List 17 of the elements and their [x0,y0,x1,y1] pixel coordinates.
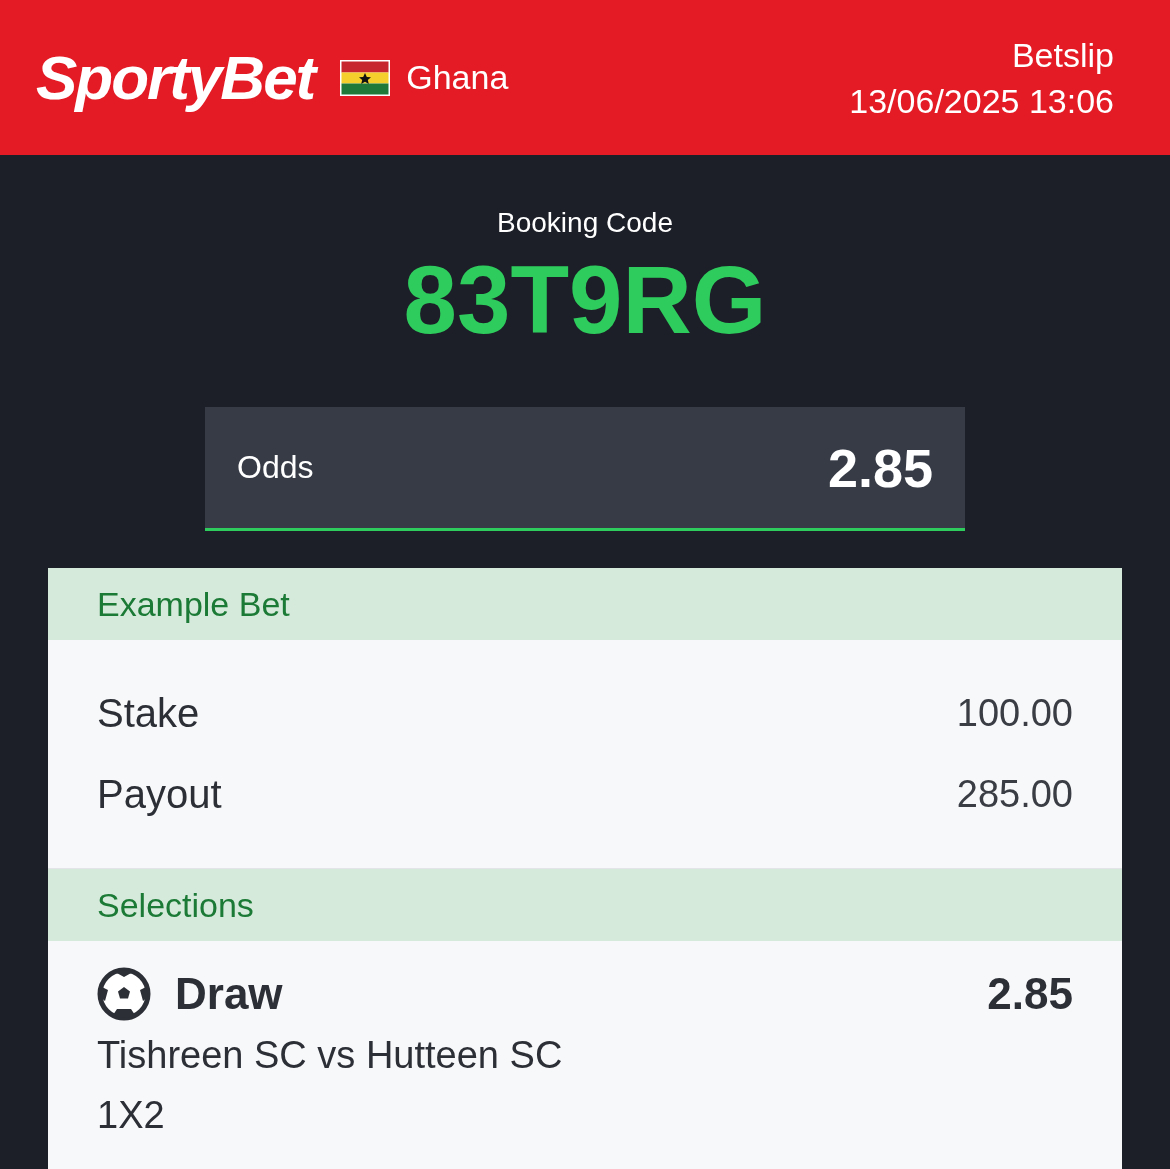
booking-code-label: Booking Code [497,206,673,240]
page-title: Betslip [1010,34,1114,76]
row-label: Stake [97,691,200,736]
selection-odds: 2.85 [987,969,1073,1019]
market-name: 1X2 [97,1093,166,1138]
odds-label: Odds [237,449,314,486]
match-name: Tishreen SC vs Hutteen SC [97,1033,564,1078]
datetime: 13/06/2025 13:06 [849,80,1114,122]
row-value: 100.00 [956,692,1073,735]
row-value: 285.00 [956,773,1073,816]
section-header: Example Bet [48,568,1122,640]
odds-value: 2.85 [827,436,933,499]
section-header: Selections [48,869,1122,941]
country-label: Ghana [406,58,509,97]
booking-code: 83T9RG [403,245,767,355]
selection-pick: Draw [175,969,283,1019]
row-label: Payout [97,772,222,817]
